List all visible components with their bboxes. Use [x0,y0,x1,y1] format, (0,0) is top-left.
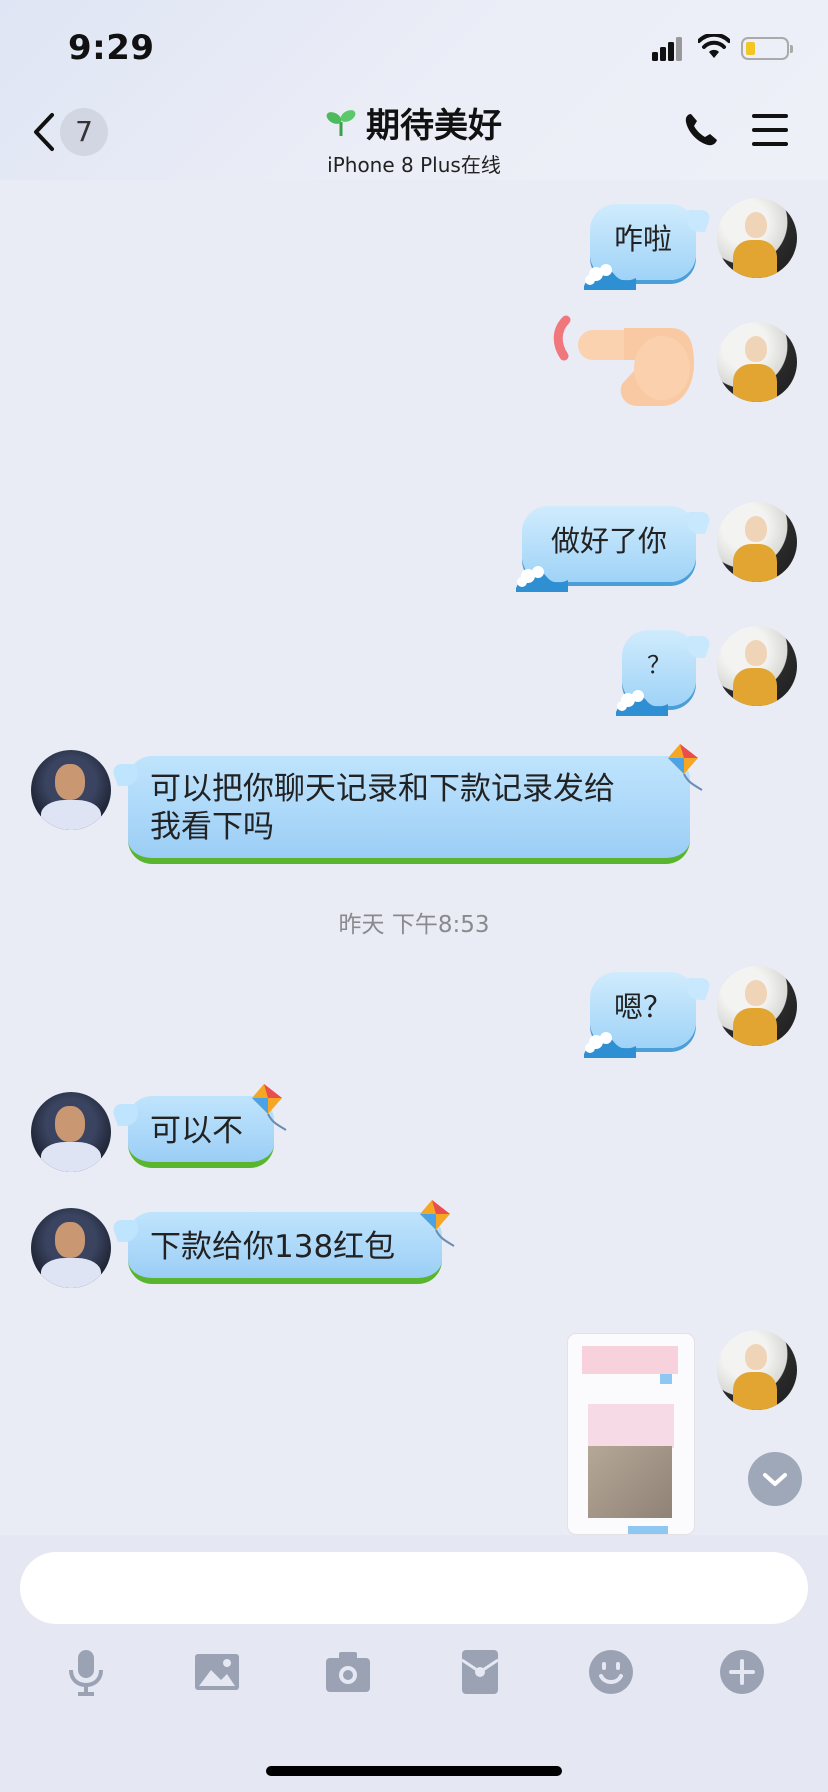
message-text: 做好了你 [550,524,667,558]
my-avatar[interactable] [717,322,797,402]
kite-decoration-icon [668,744,703,791]
contact-avatar[interactable] [31,750,111,830]
message-text-line: 可以把你聊天记录和下款记录发给 [150,771,615,807]
contact-avatar[interactable] [31,1208,111,1288]
battery-icon [741,37,793,60]
cellular-signal-icon [652,37,686,61]
my-avatar[interactable] [717,1330,797,1410]
camera-icon[interactable] [324,1648,372,1696]
wave-decoration-icon [616,690,668,716]
kite-decoration-icon [252,1084,287,1131]
status-time: 9:29 [68,28,155,68]
sprout-icon [326,109,356,136]
emoji-icon[interactable] [587,1648,635,1696]
message-text-line: 我看下吗 [150,809,274,845]
timestamp: 昨天 下午8:53 [338,912,490,938]
wave-decoration-icon [516,566,568,592]
incoming-message[interactable]: 下款给你138红包 [109,1212,442,1284]
wave-decoration-icon [584,264,636,290]
message-input[interactable] [20,1552,808,1624]
my-avatar[interactable] [717,966,797,1046]
wifi-icon [698,34,730,58]
microphone-icon[interactable] [62,1648,110,1696]
message-text: ？ [647,651,671,679]
online-status: iPhone 8 Plus在线 [327,153,501,177]
message-text: 咋啦 [613,222,672,256]
wave-decoration-icon [584,1032,636,1058]
chat-title-text: 期待美好 [366,106,502,146]
outgoing-message[interactable]: 咋啦 [584,204,714,290]
contact-avatar[interactable] [31,1092,111,1172]
image-message[interactable] [568,1334,694,1534]
kite-decoration-icon [420,1200,455,1247]
image-icon[interactable] [193,1648,241,1696]
outgoing-message[interactable]: 嗯？ [584,972,714,1058]
red-packet-icon[interactable] [456,1648,504,1696]
plus-icon[interactable] [718,1648,766,1696]
my-avatar[interactable] [717,198,797,278]
home-indicator [266,1766,562,1776]
message-text: 下款给你138红包 [150,1229,396,1265]
message-text: 可以不 [150,1113,243,1149]
menu-icon[interactable] [752,114,790,148]
pointing-hand-sticker[interactable] [552,314,698,414]
scroll-to-bottom-button[interactable] [748,1452,802,1506]
outgoing-message[interactable]: 做好了你 [516,506,714,592]
outgoing-message[interactable]: ？ [616,630,714,716]
incoming-message[interactable]: 可以把你聊天记录和下款记录发给 我看下吗 [109,756,690,864]
chat-title[interactable]: 期待美好 [326,98,502,147]
my-avatar[interactable] [717,502,797,582]
phone-call-icon[interactable] [683,112,719,148]
my-avatar[interactable] [717,626,797,706]
chevron-down-icon [763,1473,787,1486]
message-text: 嗯？ [613,990,672,1024]
